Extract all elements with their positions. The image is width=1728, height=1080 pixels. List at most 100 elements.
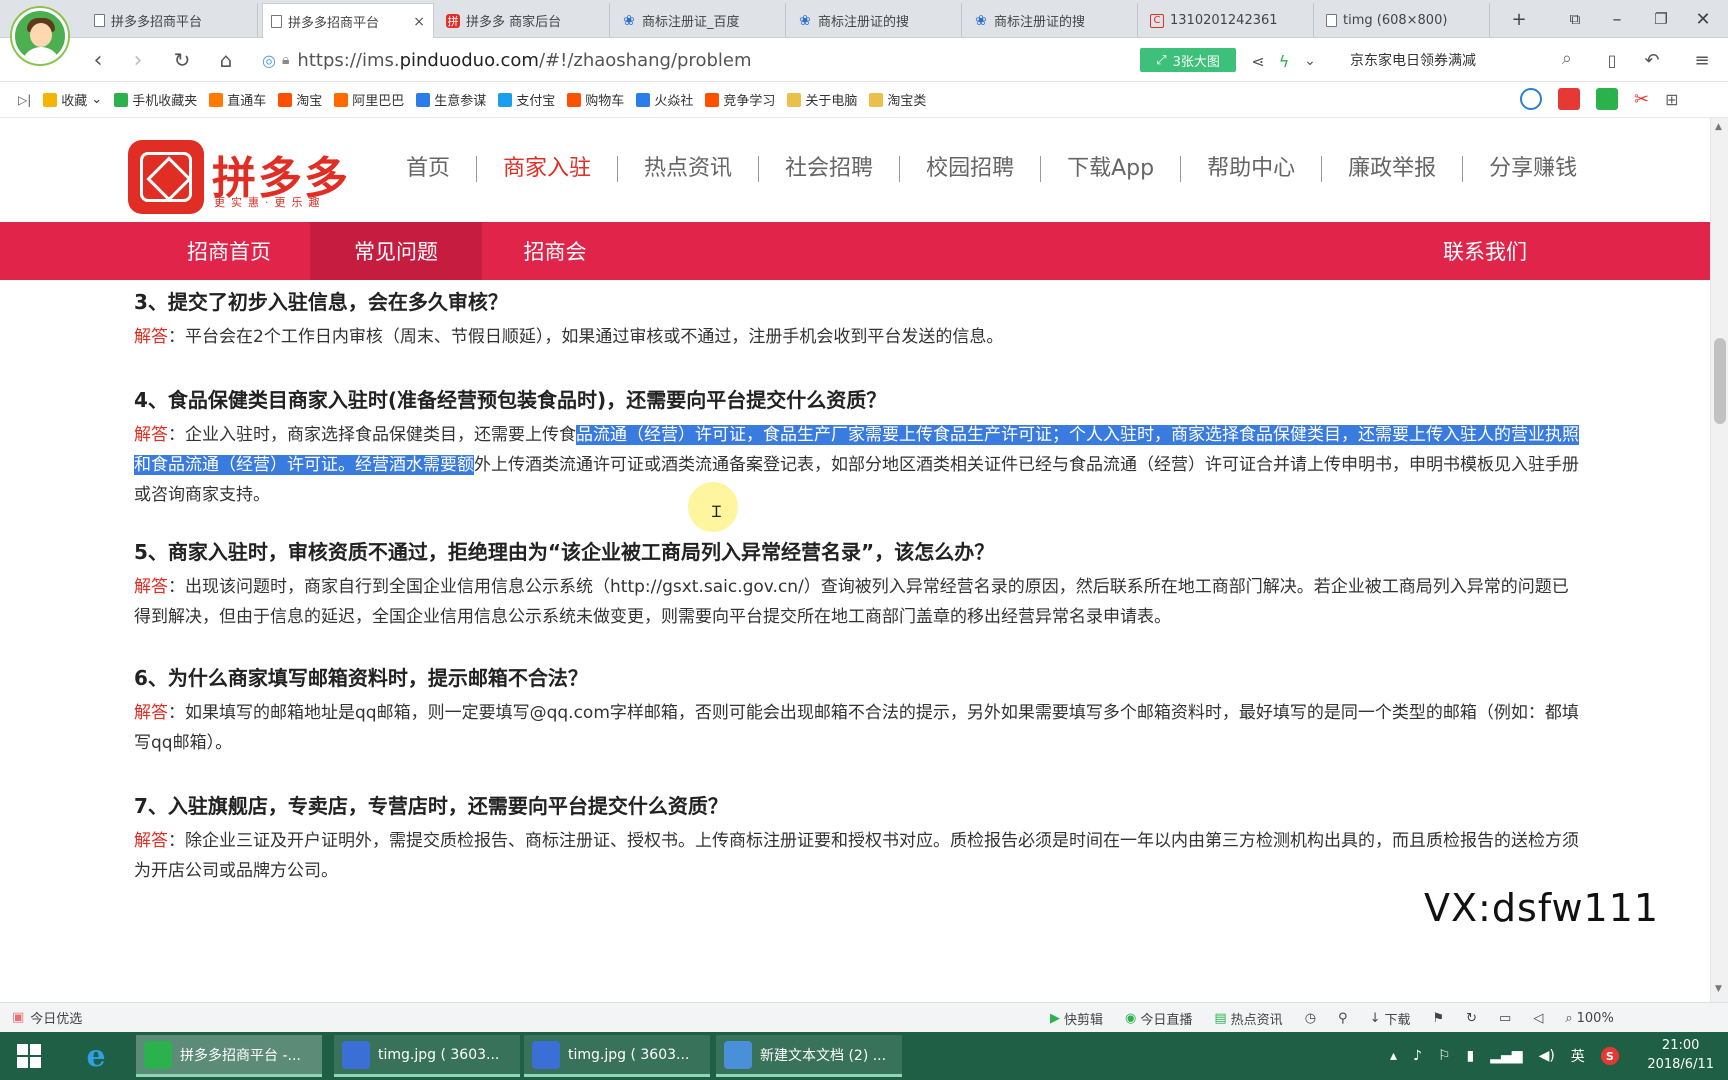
browser-tab[interactable]: 拼拼多多 商家后台 xyxy=(438,3,610,38)
today-picks-link[interactable]: 今日优选 xyxy=(30,1008,82,1027)
bookmark-item[interactable]: 关于电脑 xyxy=(787,90,857,109)
browser-tab[interactable]: C 1310201242361 xyxy=(1142,3,1314,38)
ie-icon[interactable]: e xyxy=(76,1038,116,1074)
restore-button[interactable]: ❐ xyxy=(1648,6,1674,32)
browser-tab[interactable]: ❀ 商标注册证_百度 xyxy=(614,3,786,38)
taskbar-item[interactable]: timg.jpg ( 3603... xyxy=(334,1035,520,1077)
menu-icon[interactable]: ≡ xyxy=(1688,47,1716,73)
bookmark-item[interactable]: 阿里巴巴 xyxy=(334,90,404,109)
ime-indicator[interactable]: 英 xyxy=(1571,1046,1585,1066)
flag-icon[interactable]: ⚑ xyxy=(1432,1011,1444,1026)
taskbar-item[interactable]: timg.jpg ( 3603... xyxy=(524,1035,710,1077)
answer-text: ：如果填写的邮箱地址是qq邮箱，则一定要填写@qq.com字样邮箱，否则可能会出… xyxy=(134,703,1579,753)
bookmark-item[interactable]: 手机收藏夹 xyxy=(114,90,197,109)
search-icon[interactable]: ⌕ xyxy=(1562,48,1572,69)
sub-nav-item[interactable]: 招商首页 xyxy=(154,222,304,280)
browser-tab[interactable]: timg (608×800) xyxy=(1318,3,1490,38)
top-nav-item[interactable]: 社会招聘 xyxy=(759,156,901,182)
top-navigation: 首页 商家入驻 热点资讯 社会招聘 校园招聘 下载App 帮助中心 廉政举报 分享赚钱 xyxy=(380,154,1603,184)
top-nav-item[interactable]: 廉政举报 xyxy=(1322,156,1464,182)
scroll-up-icon[interactable]: ▲ xyxy=(1715,122,1722,132)
speed-icon[interactable]: ◷ xyxy=(1305,1011,1316,1026)
apps-grid-icon[interactable]: ⊞ xyxy=(1665,90,1678,109)
big-image-button[interactable]: ⤢ 3张大图 xyxy=(1140,48,1236,72)
browser-tab[interactable]: 拼多多招商平台 xyxy=(86,3,258,38)
home-button[interactable]: ⌂ xyxy=(212,47,240,73)
system-clock[interactable]: 21:00 2018/6/11 xyxy=(1647,1036,1714,1074)
bookmark-item[interactable]: 淘宝类 xyxy=(869,90,926,109)
bookmark-item[interactable]: 收藏 ⌄ xyxy=(43,90,102,109)
sound-icon[interactable]: ◁ xyxy=(1533,1011,1543,1026)
sub-nav-item[interactable]: 常见问题 xyxy=(310,222,482,280)
flag-tray-icon[interactable]: ⚐ xyxy=(1438,1048,1451,1064)
url-input[interactable]: ◎ 🔒︎ https://ims. pinduoduo.com/#!/zhaosh… xyxy=(262,44,1262,76)
page-scrollbar[interactable]: ▲ ▼ xyxy=(1710,118,1728,1002)
zoom-control[interactable]: ⌕ 100% xyxy=(1565,1011,1613,1026)
minimize-button[interactable]: – xyxy=(1604,6,1630,32)
scissors-ext-icon[interactable]: ✂ xyxy=(1634,89,1649,110)
top-nav-item[interactable]: 下载App xyxy=(1041,156,1182,182)
start-button[interactable] xyxy=(0,1032,58,1080)
chevron-down-icon[interactable]: ⌄ xyxy=(91,92,102,107)
bookmark-item[interactable]: 生意参谋 xyxy=(416,90,486,109)
refresh-status-icon[interactable]: ↻ xyxy=(1466,1011,1477,1026)
answer-label: 解答 xyxy=(134,831,168,851)
news-link[interactable]: ▤ 热点资讯 xyxy=(1214,1009,1282,1028)
bookmark-item[interactable]: 支付宝 xyxy=(498,90,555,109)
top-nav-item[interactable]: 校园招聘 xyxy=(900,156,1042,182)
tab-close-icon[interactable]: × xyxy=(413,14,425,30)
tray-expand-icon[interactable]: ▴ xyxy=(1390,1048,1397,1064)
taskbar-item[interactable]: 新建文本文档 (2) ... xyxy=(716,1035,902,1077)
reload-button[interactable]: ↻ xyxy=(168,47,196,73)
clock-ext-icon[interactable] xyxy=(1520,88,1542,110)
sidebar-toggle-icon[interactable]: ▷| xyxy=(18,93,31,107)
sub-nav-item[interactable]: 招商会 xyxy=(490,222,620,280)
battery-icon[interactable]: ▮ xyxy=(1467,1048,1475,1064)
taskbar-item[interactable]: 拼多多招商平台 -... xyxy=(136,1035,322,1077)
forward-button[interactable]: › xyxy=(124,47,152,73)
browser-tab[interactable]: ❀ 商标注册证的搜 xyxy=(966,3,1138,38)
bookmark-item[interactable]: 火焱社 xyxy=(636,90,693,109)
browser-tab[interactable]: ❀ 商标注册证的搜 xyxy=(790,3,962,38)
back-button[interactable]: ‹ xyxy=(84,47,112,73)
wechat-ext-icon[interactable] xyxy=(1596,88,1618,110)
lightning-icon[interactable]: ϟ xyxy=(1270,48,1298,74)
top-nav-item[interactable]: 商家入驻 xyxy=(477,156,619,182)
notification-icon[interactable]: ♪ xyxy=(1413,1048,1422,1064)
download-link[interactable]: ↓ 下载 xyxy=(1370,1009,1411,1028)
search-box[interactable]: 京东家电日领券满减 ⌕ xyxy=(1342,44,1582,76)
pin-icon[interactable]: ⚲ xyxy=(1338,1011,1348,1026)
contact-us-link[interactable]: 联系我们 xyxy=(1410,222,1560,280)
doc-icon xyxy=(94,14,105,27)
bookmark-item[interactable]: 竞争学习 xyxy=(705,90,775,109)
bookmark-item[interactable]: 购物车 xyxy=(567,90,624,109)
store-ext-icon[interactable] xyxy=(1558,88,1580,110)
share-icon[interactable]: ⋖ xyxy=(1244,48,1272,74)
browser-tab[interactable]: 拼多多招商平台 × xyxy=(262,3,434,39)
top-nav-item[interactable]: 热点资讯 xyxy=(618,156,760,182)
sogou-icon[interactable]: S xyxy=(1600,1047,1619,1065)
user-avatar[interactable] xyxy=(12,8,68,64)
top-nav-item[interactable]: 帮助中心 xyxy=(1181,156,1323,182)
window-close-button[interactable]: ✕ xyxy=(1690,6,1716,32)
network-icon[interactable]: ▂▄▆ xyxy=(1490,1048,1522,1064)
bookmarks-bar: ▷| 收藏 ⌄ 手机收藏夹 直通车 淘宝 阿里巴巴 生意参谋 支付宝 购物车 火焱社 竞争学习 关于电… xyxy=(0,82,1728,118)
top-nav-item[interactable]: 分享赚钱 xyxy=(1463,156,1603,182)
tab-list-icon[interactable]: ⧉ xyxy=(1562,6,1588,32)
bookmark-item[interactable]: 直通车 xyxy=(209,90,266,109)
undo-icon[interactable]: ↶ xyxy=(1638,47,1666,73)
scrollbar-thumb[interactable] xyxy=(1714,338,1726,424)
window-icon[interactable]: ▭ xyxy=(1499,1011,1511,1026)
phone-icon[interactable]: ▯ xyxy=(1598,47,1626,73)
new-tab-button[interactable]: + xyxy=(1506,6,1532,32)
quick-edit-link[interactable]: ▶ 快剪辑 xyxy=(1050,1009,1103,1028)
pinduoduo-logo[interactable] xyxy=(128,140,204,214)
top-nav-item[interactable]: 首页 xyxy=(380,156,478,182)
bookmark-item[interactable]: 淘宝 xyxy=(278,90,322,109)
chevron-down-icon[interactable]: ⌄ xyxy=(1296,48,1324,74)
gift-icon: ▣ xyxy=(12,1010,25,1025)
scroll-down-icon[interactable]: ▼ xyxy=(1715,984,1722,994)
taskbar-label: timg.jpg ( 3603... xyxy=(568,1046,690,1063)
volume-icon[interactable]: ◀) xyxy=(1539,1048,1555,1064)
live-link[interactable]: ◉ 今日直播 xyxy=(1125,1009,1192,1028)
